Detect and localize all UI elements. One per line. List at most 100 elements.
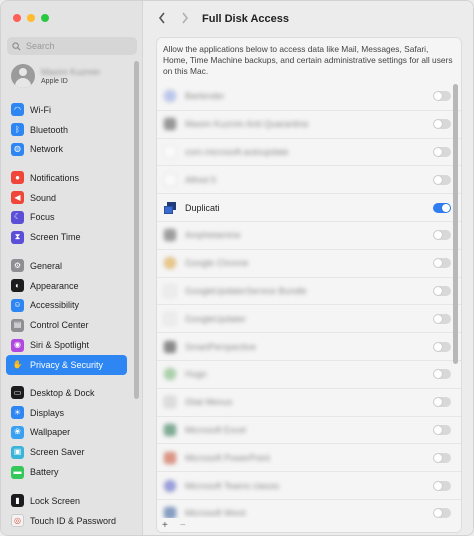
- app-row: Google Chrome: [157, 248, 461, 277]
- bell-icon: ●: [11, 171, 24, 185]
- app-name: Google Chrome: [185, 258, 249, 269]
- access-toggle[interactable]: [433, 90, 451, 101]
- access-toggle[interactable]: [433, 341, 451, 352]
- app-name: iStat Menus: [185, 397, 233, 408]
- app-name: Alfred 5: [185, 174, 217, 185]
- sidebar-item-label: Accessibility: [30, 300, 80, 311]
- sidebar-item-label: Lock Screen: [30, 495, 81, 506]
- add-app-button[interactable]: +: [162, 520, 168, 531]
- access-toggle[interactable]: [433, 424, 451, 435]
- sidebar-item-label: Displays: [30, 407, 65, 418]
- app-list: Bartender Maxim Kuzmin Anti Quarantine com…: [157, 82, 461, 527]
- access-toggle[interactable]: [433, 313, 451, 324]
- search-field[interactable]: [7, 37, 137, 55]
- sidebar-item-label: Sound: [30, 192, 57, 203]
- sidebar-group: ● Notifications ◀ Sound ☾ Focus ⧗ Screen Time: [6, 168, 127, 247]
- sidebar-item-displays[interactable]: ☀ Displays: [6, 403, 127, 423]
- forward-button[interactable]: [178, 10, 192, 26]
- app-icon: [163, 144, 177, 159]
- sidebar-item-appearance[interactable]: ◐ Appearance: [6, 276, 127, 296]
- sidebar-item-wallpaper[interactable]: ❀ Wallpaper: [6, 423, 127, 443]
- bluetooth-icon: ᛒ: [11, 123, 24, 137]
- sidebar-item-label: Wallpaper: [30, 427, 71, 438]
- close-window-button[interactable]: [13, 14, 21, 22]
- remove-app-button[interactable]: −: [180, 520, 186, 531]
- sidebar-item-general[interactable]: ⚙ General: [6, 256, 127, 276]
- app-icon: [163, 201, 177, 215]
- app-row: Microsoft PowerPoint: [157, 443, 461, 471]
- sidebar-item-lock-screen[interactable]: ▮ Lock Screen: [6, 491, 127, 511]
- accessibility-icon: ☺: [11, 298, 24, 312]
- sidebar-item-accessibility[interactable]: ☺ Accessibility: [6, 296, 127, 316]
- app-row: Amphetamine: [157, 220, 461, 249]
- app-list-scrollbar[interactable]: [453, 84, 458, 364]
- panel-description: Allow the applications below to access d…: [163, 44, 453, 76]
- toolbar: Full Disk Access: [143, 1, 473, 35]
- access-toggle[interactable]: [433, 258, 451, 269]
- sidebar-group: ▭ Desktop & Dock ☀ Displays ❀ Wallpaper ▣ Scree…: [6, 383, 127, 482]
- access-toggle[interactable]: [433, 146, 451, 157]
- sidebar-item-label: Control Center: [30, 320, 89, 331]
- search-icon: [12, 41, 21, 50]
- sidebar-item-siri-spotlight[interactable]: ◉ Siri & Spotlight: [6, 335, 127, 355]
- app-row: Duplicati: [157, 193, 461, 221]
- sidebar-item-label: Notifications: [30, 172, 80, 183]
- sidebar-item-label: General: [30, 260, 63, 271]
- app-name: GoogleUpdaterService Bundle: [185, 285, 307, 296]
- sidebar-group: ⚙ General ◐ Appearance ☺ Accessibility ▤ Contro…: [6, 256, 127, 375]
- app-icon: [163, 88, 177, 103]
- sidebar-item-focus[interactable]: ☾ Focus: [6, 208, 127, 228]
- sidebar-item-desktop-dock[interactable]: ▭ Desktop & Dock: [6, 383, 127, 403]
- sidebar-item-battery[interactable]: ▬ Battery: [6, 462, 127, 482]
- sidebar-item-wifi[interactable]: ◠ Wi-Fi: [6, 100, 127, 120]
- gear-icon: ⚙: [11, 259, 24, 273]
- sidebar-item-label: Focus: [30, 212, 55, 223]
- sidebar-item-network[interactable]: ◍ Network: [6, 140, 127, 160]
- zoom-window-button[interactable]: [41, 14, 49, 22]
- app-icon: [163, 422, 177, 437]
- access-toggle[interactable]: [433, 174, 451, 185]
- access-toggle[interactable]: [433, 202, 451, 213]
- sidebar-item-bluetooth[interactable]: ᛒ Bluetooth: [6, 120, 127, 140]
- access-toggle[interactable]: [433, 285, 451, 296]
- access-toggle[interactable]: [433, 397, 451, 408]
- sidebar-item-screen-saver[interactable]: ▣ Screen Saver: [6, 442, 127, 462]
- sidebar-item-control-center[interactable]: ▤ Control Center: [6, 315, 127, 335]
- app-icon: [163, 172, 177, 187]
- sidebar-group: ▮ Lock Screen ◎ Touch ID & Password: [6, 491, 127, 531]
- app-name: Microsoft Teams classic: [185, 480, 280, 491]
- chevron-right-icon: [182, 12, 189, 24]
- app-icon: [163, 311, 177, 326]
- sidebar-item-screen-time[interactable]: ⧗ Screen Time: [6, 227, 127, 247]
- app-name: Duplicati: [185, 202, 220, 213]
- access-toggle[interactable]: [433, 230, 451, 241]
- access-toggle[interactable]: [433, 480, 451, 491]
- app-name: Bartender: [185, 90, 225, 101]
- access-toggle[interactable]: [433, 369, 451, 380]
- app-name: GoogleUpdater: [185, 313, 247, 324]
- battery-icon: ▬: [11, 465, 24, 479]
- minimize-window-button[interactable]: [27, 14, 35, 22]
- access-toggle[interactable]: [433, 508, 451, 519]
- main-content: Full Disk Access Allow the applications …: [143, 1, 473, 535]
- settings-window: Maxim Kuzmin Apple ID ◠ Wi-Fi ᛒ Bluetooth ◍ N…: [0, 0, 474, 536]
- app-icon: [163, 117, 177, 132]
- app-icon: [163, 478, 177, 493]
- search-input[interactable]: [26, 41, 126, 51]
- app-name: SmartPerspective: [185, 341, 257, 352]
- sidebar-item-label: Appearance: [30, 280, 79, 291]
- app-row: Microsoft Teams classic: [157, 471, 461, 499]
- app-name: Maxim Kuzmin Anti Quarantine: [185, 119, 309, 130]
- sidebar-item-touch-id-password[interactable]: ◎ Touch ID & Password: [6, 511, 127, 531]
- sidebar-item-privacy-security[interactable]: ✋ Privacy & Security: [6, 354, 127, 375]
- access-toggle[interactable]: [433, 452, 451, 463]
- sidebar-item-notifications[interactable]: ● Notifications: [6, 168, 127, 188]
- access-toggle[interactable]: [433, 119, 451, 130]
- back-button[interactable]: [155, 10, 169, 26]
- sidebar-item-label: Wi-Fi: [30, 104, 51, 115]
- sidebar-item-sound[interactable]: ◀ Sound: [6, 188, 127, 208]
- apple-id-account[interactable]: Maxim Kuzmin Apple ID: [11, 64, 100, 88]
- sidebar-scrollbar[interactable]: [134, 61, 139, 399]
- window-controls: [13, 14, 49, 22]
- sun-icon: ☀: [11, 406, 24, 420]
